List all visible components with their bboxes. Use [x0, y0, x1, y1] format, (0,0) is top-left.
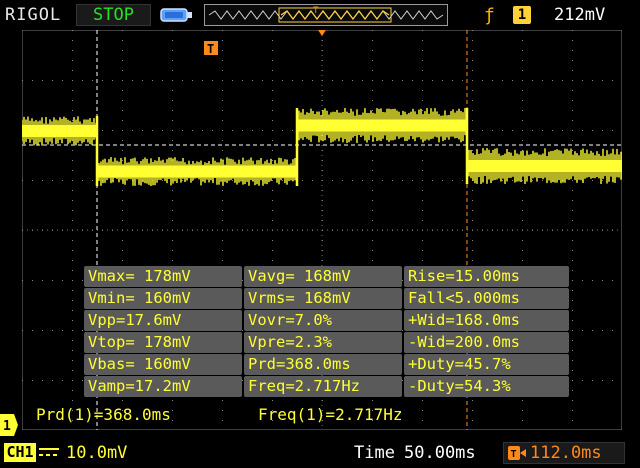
measurement-cell[interactable]: Vmin= 160mV — [84, 288, 242, 309]
usb-icon — [160, 8, 192, 22]
measurement-cell[interactable]: Vrms= 168mV — [244, 288, 402, 309]
svg-text:1: 1 — [3, 419, 11, 434]
measurement-cell[interactable]: Vavg= 168mV — [244, 266, 402, 287]
measurement-cell[interactable]: -Wid=200.0ms — [404, 332, 569, 353]
measurement-cell[interactable]: Vtop= 178mV — [84, 332, 242, 353]
trigger-marker-small: T — [313, 6, 319, 16]
measurement-row: Vmax= 178mV Vavg= 168mV Rise=15.00ms — [84, 266, 573, 287]
measurement-cell[interactable]: Freq=2.717Hz — [244, 376, 402, 397]
measurement-table: Vmax= 178mV Vavg= 168mV Rise=15.00ms Vmi… — [84, 266, 573, 398]
trigger-position-box[interactable]: T 112.0ms — [503, 442, 625, 464]
measurement-row: Vbas= 160mV Prd=368.0ms +Duty=45.7% — [84, 354, 573, 375]
bottom-status-bar: CH1 10.0mV Time 50.00ms T 112.0ms — [0, 438, 640, 468]
trigger-source-badge[interactable]: 1 — [513, 6, 531, 24]
timebase-label: Time — [354, 443, 395, 463]
measurement-row: Vmin= 160mV Vrms= 168mV Fall<5.000ms — [84, 288, 573, 309]
period-readout: Prd(1)=368.0ms — [36, 405, 171, 424]
measurement-cell[interactable]: Vpre=2.3% — [244, 332, 402, 353]
measurement-row: Vtop= 178mV Vpre=2.3% -Wid=200.0ms — [84, 332, 573, 353]
timebase-value[interactable]: 50.00ms — [404, 443, 476, 463]
run-stop-status[interactable]: STOP — [76, 4, 151, 26]
measurement-cell[interactable]: Rise=15.00ms — [404, 266, 569, 287]
measurement-cell[interactable]: +Duty=45.7% — [404, 354, 569, 375]
measurement-row: Vpp=17.6mV Vovr=7.0% +Wid=168.0ms — [84, 310, 573, 331]
measurement-cell[interactable]: Vpp=17.6mV — [84, 310, 242, 331]
measurement-cell[interactable]: Fall<5.000ms — [404, 288, 569, 309]
measurement-cell[interactable]: Vamp=17.2mV — [84, 376, 242, 397]
channel-1-badge[interactable]: CH1 — [4, 443, 36, 462]
memory-depth-bar[interactable]: T — [204, 4, 448, 26]
measurement-cell[interactable]: +Wid=168.0ms — [404, 310, 569, 331]
trigger-level-value: 212mV — [554, 5, 606, 25]
frequency-readout: Freq(1)=2.717Hz — [258, 405, 403, 424]
measurement-cell[interactable]: Prd=368.0ms — [244, 354, 402, 375]
svg-text:T: T — [207, 42, 214, 56]
measurement-cell[interactable]: Vbas= 160mV — [84, 354, 242, 375]
svg-text:T: T — [511, 449, 517, 460]
channel-1-scale[interactable]: 10.0mV — [66, 443, 127, 463]
measurement-cell[interactable]: Vmax= 178mV — [84, 266, 242, 287]
trigger-position-value: 112.0ms — [530, 443, 602, 463]
top-status-bar: RIGOL STOP T ƒ 1 212mV — [0, 0, 640, 30]
measurement-cell[interactable]: -Duty=54.3% — [404, 376, 569, 397]
measurement-cell[interactable]: Vovr=7.0% — [244, 310, 402, 331]
channel-1-offset-marker[interactable]: 1 — [0, 414, 18, 436]
waveform-overview-icon: T — [208, 6, 444, 23]
measurement-row: Vamp=17.2mV Freq=2.717Hz -Duty=54.3% — [84, 376, 573, 397]
trigger-t-icon: T — [204, 41, 218, 56]
trigger-position-icon: T — [508, 446, 526, 460]
brand-logo: RIGOL — [5, 5, 62, 25]
dc-coupling-icon — [39, 448, 59, 456]
rising-edge-icon[interactable]: ƒ — [484, 5, 495, 26]
